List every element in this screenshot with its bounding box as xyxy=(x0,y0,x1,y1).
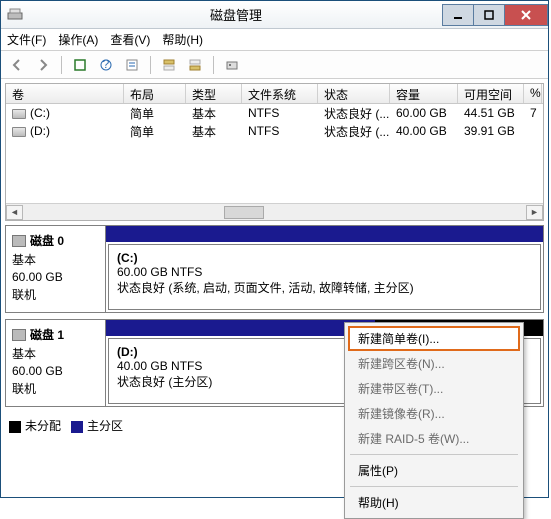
disk-icon xyxy=(12,329,26,341)
back-button[interactable] xyxy=(7,55,27,75)
refresh-icon[interactable] xyxy=(70,55,90,75)
app-icon xyxy=(7,7,23,23)
col-pct[interactable]: % xyxy=(524,84,542,103)
col-fs[interactable]: 文件系统 xyxy=(242,84,318,103)
menu-action[interactable]: 操作(A) xyxy=(58,31,98,48)
col-free[interactable]: 可用空间 xyxy=(458,84,524,103)
drive-icon xyxy=(12,127,26,137)
menu-help[interactable]: 帮助(H) xyxy=(348,490,520,515)
col-status[interactable]: 状态 xyxy=(318,84,390,103)
menu-file[interactable]: 文件(F) xyxy=(7,31,46,48)
window-title: 磁盘管理 xyxy=(29,5,443,24)
help-icon[interactable]: ? xyxy=(96,55,116,75)
col-capacity[interactable]: 容量 xyxy=(390,84,458,103)
close-button[interactable] xyxy=(504,4,548,26)
col-layout[interactable]: 布局 xyxy=(124,84,186,103)
drive-icon xyxy=(12,109,26,119)
menu-new-raid5-volume: 新建 RAID-5 卷(W)... xyxy=(348,426,520,451)
svg-text:?: ? xyxy=(103,58,110,71)
partition-stripe xyxy=(106,226,543,242)
table-body: (C:) 简单 基本 NTFS 状态良好 (... 60.00 GB 44.51… xyxy=(6,104,543,203)
partition-d[interactable]: (D:) 40.00 GB NTFS 状态良好 (主分区) xyxy=(108,338,368,404)
scroll-right-button[interactable]: ► xyxy=(526,205,543,220)
titlebar[interactable]: 磁盘管理 xyxy=(1,1,548,29)
h-scrollbar[interactable]: ◄ ► xyxy=(6,203,543,220)
disk-info[interactable]: 磁盘 0 基本 60.00 GB 联机 xyxy=(6,226,106,312)
volume-table: 卷 布局 类型 文件系统 状态 容量 可用空间 % (C:) 简单 基本 NTF… xyxy=(5,83,544,221)
properties-icon[interactable] xyxy=(122,55,142,75)
toolbar: ? xyxy=(1,51,548,79)
disk-info[interactable]: 磁盘 1 基本 60.00 GB 联机 xyxy=(6,320,106,406)
view-top-icon[interactable] xyxy=(159,55,179,75)
minimize-button[interactable] xyxy=(442,4,474,26)
menu-properties[interactable]: 属性(P) xyxy=(348,458,520,483)
table-header: 卷 布局 类型 文件系统 状态 容量 可用空间 % xyxy=(6,84,543,104)
context-menu: 新建简单卷(I)... 新建跨区卷(N)... 新建带区卷(T)... 新建镜像… xyxy=(344,322,524,519)
view-bottom-icon[interactable] xyxy=(185,55,205,75)
col-type[interactable]: 类型 xyxy=(186,84,242,103)
table-row[interactable]: (D:) 简单 基本 NTFS 状态良好 (... 40.00 GB 39.91… xyxy=(6,122,543,140)
menu-new-mirrored-volume: 新建镜像卷(R)... xyxy=(348,401,520,426)
forward-button[interactable] xyxy=(33,55,53,75)
partition-stripe xyxy=(106,320,375,336)
col-volume[interactable]: 卷 xyxy=(6,84,124,103)
legend-unalloc-icon xyxy=(9,421,21,433)
menu-separator xyxy=(350,454,518,455)
menu-help[interactable]: 帮助(H) xyxy=(162,31,203,48)
menubar: 文件(F) 操作(A) 查看(V) 帮助(H) xyxy=(1,29,548,51)
menu-separator xyxy=(350,486,518,487)
menu-new-striped-volume: 新建带区卷(T)... xyxy=(348,376,520,401)
menu-new-simple-volume[interactable]: 新建简单卷(I)... xyxy=(348,326,520,351)
scroll-thumb[interactable] xyxy=(224,206,264,219)
disk-icon xyxy=(12,235,26,247)
menu-view[interactable]: 查看(V) xyxy=(110,31,150,48)
settings-icon[interactable] xyxy=(222,55,242,75)
legend-primary-icon xyxy=(71,421,83,433)
scroll-left-button[interactable]: ◄ xyxy=(6,205,23,220)
partition-c[interactable]: (C:) 60.00 GB NTFS 状态良好 (系统, 启动, 页面文件, 活… xyxy=(108,244,541,310)
maximize-button[interactable] xyxy=(473,4,505,26)
disk-panel-0: 磁盘 0 基本 60.00 GB 联机 (C:) 60.00 GB NTFS 状… xyxy=(5,225,544,313)
table-row[interactable]: (C:) 简单 基本 NTFS 状态良好 (... 60.00 GB 44.51… xyxy=(6,104,543,122)
menu-new-spanned-volume: 新建跨区卷(N)... xyxy=(348,351,520,376)
